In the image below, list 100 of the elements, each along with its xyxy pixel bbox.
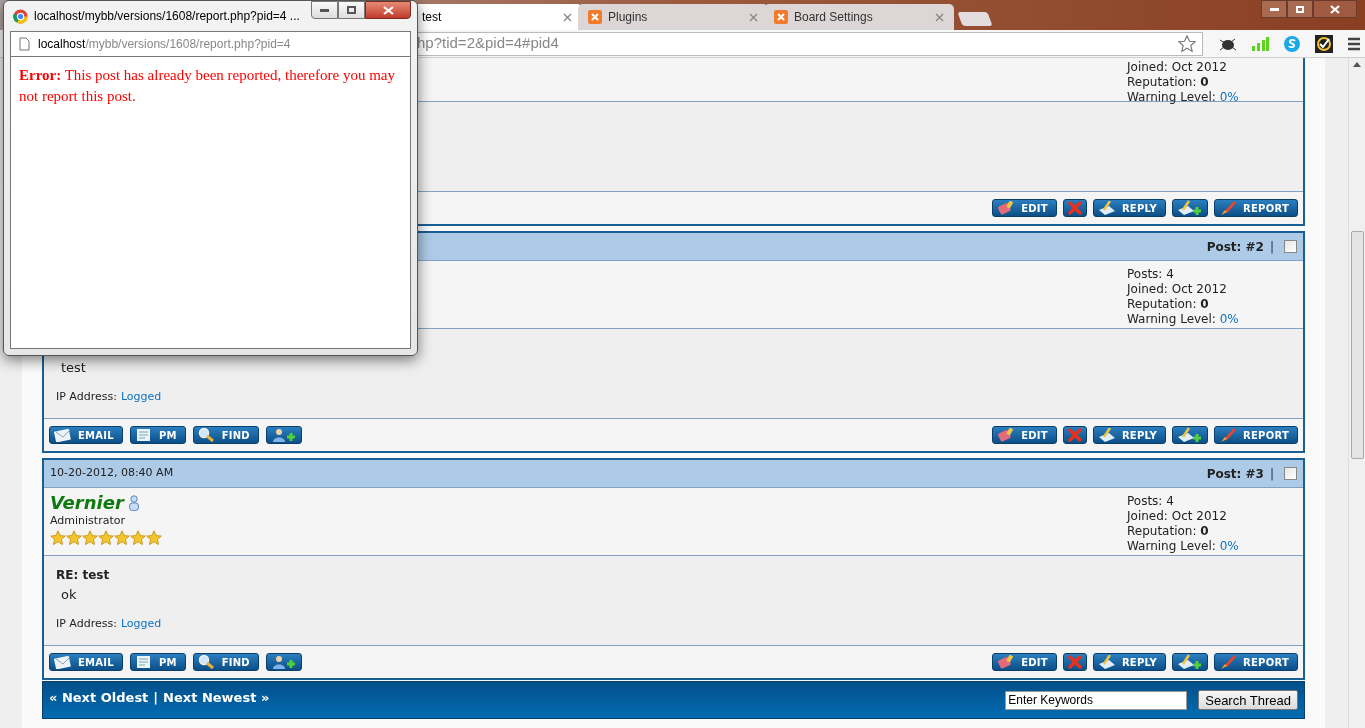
user-stat: Warning Level: 0% [1127,90,1240,105]
add-user-icon [270,427,297,443]
close-icon [1067,201,1082,215]
action-button[interactable]: REPLY [1092,426,1167,444]
browser-tab[interactable]: Board Settings [764,4,954,30]
icon-button[interactable] [265,653,302,671]
popup-title: localhost/mybb/versions/1608/report.php?pid=4 ... [34,8,300,25]
user-stat: Warning Level: 0% [1127,539,1240,554]
scroll-up-icon[interactable] [1353,62,1361,67]
star-icon[interactable] [1178,34,1196,53]
user-stat: Joined: Oct 2012 [1127,282,1228,297]
user-stat: Reputation: 0 [1127,297,1210,312]
icon-button[interactable] [1062,426,1087,444]
pencil-paper-icon [1097,655,1116,669]
separator-text: | [1269,465,1274,483]
action-button[interactable]: EMAIL [49,653,123,671]
user-stat: Posts: 4 [1127,267,1175,282]
post-text: test [60,359,87,377]
checkmark-badge-icon[interactable] [1315,34,1333,53]
ip-label: IP Address: [56,616,117,632]
user-stat: Warning Level: 0% [1127,312,1240,327]
chat-bubble-icon[interactable] [1283,34,1301,53]
menu-icon[interactable] [1347,36,1361,51]
error-message: Error: This post has already been reported, therefore you may not report this post. [19,66,396,106]
action-button[interactable]: FIND [192,653,259,671]
action-button[interactable]: FIND [192,426,259,444]
post-checkbox[interactable] [1284,467,1297,480]
minimize-button[interactable] [311,1,338,19]
icon-button[interactable] [265,426,302,444]
user-stat: Joined: Oct 2012 [1127,60,1228,75]
post-number-link[interactable]: Post: #2 [1206,237,1264,256]
search-thread-button[interactable]: Search Thread [1198,690,1298,710]
separator-text: | [1269,238,1274,256]
star-icon [50,530,66,546]
post-checkbox[interactable] [1284,240,1297,253]
close-window-button[interactable] [365,1,411,19]
magnifier-icon [197,427,216,443]
magnifier-icon [197,654,216,670]
separator-text: | [153,689,159,707]
user-status-icon [127,495,140,511]
new-tab-button[interactable] [957,12,993,26]
post-number-link[interactable]: Post: #3 [1206,464,1264,483]
icon-button[interactable] [1172,653,1209,671]
eraser-icon [997,428,1016,442]
close-icon [1067,428,1082,442]
icon-button[interactable] [1172,426,1209,444]
action-button[interactable]: PM [129,653,186,671]
action-button[interactable]: REPORT [1214,426,1298,444]
next-newest-link[interactable]: Next Newest » [163,688,270,708]
close-icon [1067,655,1082,669]
action-button[interactable]: EDIT [992,653,1057,671]
star-icon [130,530,146,546]
close-icon [382,5,394,15]
envelope-icon [54,655,72,669]
action-button[interactable]: EDIT [992,199,1057,217]
eraser-icon [997,655,1016,669]
next-oldest-link[interactable]: « Next Oldest [49,688,149,708]
pencil-plus-icon [1177,427,1204,443]
user-stat: Reputation: 0 [1127,75,1210,90]
keyword-search-field[interactable]: Enter Keywords [1005,690,1188,710]
post-subject: RE: test [56,568,110,582]
add-user-icon [270,654,297,670]
user-stat: Joined: Oct 2012 [1127,509,1228,524]
action-button[interactable]: REPLY [1092,199,1167,217]
pencil-paper-icon [1097,428,1116,442]
pencil-plus-icon [1177,200,1204,216]
popup-address-bar[interactable]: localhost/mybb/versions/1608/report.php?pid=4 [10,31,411,57]
minimize-button[interactable] [1261,0,1287,18]
restore-button[interactable] [1287,0,1313,18]
scroll-thumb[interactable] [1350,231,1364,459]
action-button[interactable]: REPORT [1214,653,1298,671]
star-icon [82,530,98,546]
eraser-icon [997,201,1016,215]
action-button[interactable]: REPLY [1092,653,1167,671]
maximize-button[interactable] [338,1,365,19]
post-date: 10-20-2012, 08:40 AM [50,465,174,482]
close-window-button[interactable] [1313,0,1357,18]
browser-logo-icon [13,8,28,24]
user-stat: Reputation: 0 [1127,524,1210,539]
user-role: Administrator [50,514,126,528]
star-icon [66,530,82,546]
action-button[interactable]: REPORT [1214,199,1298,217]
post-text: ok [60,586,78,604]
ip-label: IP Address: [56,389,117,405]
icon-button[interactable] [1062,199,1087,217]
star-icon [146,530,162,546]
action-button[interactable]: EDIT [992,426,1057,444]
ip-link[interactable]: Logged [120,616,162,633]
username-link[interactable]: Vernier [50,492,124,514]
star-icon [98,530,114,546]
action-button[interactable]: PM [129,426,186,444]
user-stat: Posts: 4 [1127,494,1175,509]
ip-link[interactable]: Logged [120,389,162,406]
action-button[interactable]: EMAIL [49,426,123,444]
close-icon[interactable] [563,12,572,22]
icon-button[interactable] [1062,653,1087,671]
star-icon [114,530,130,546]
icon-button[interactable] [1172,199,1209,217]
close-icon [1330,4,1340,14]
scrollbar[interactable] [1348,58,1365,728]
